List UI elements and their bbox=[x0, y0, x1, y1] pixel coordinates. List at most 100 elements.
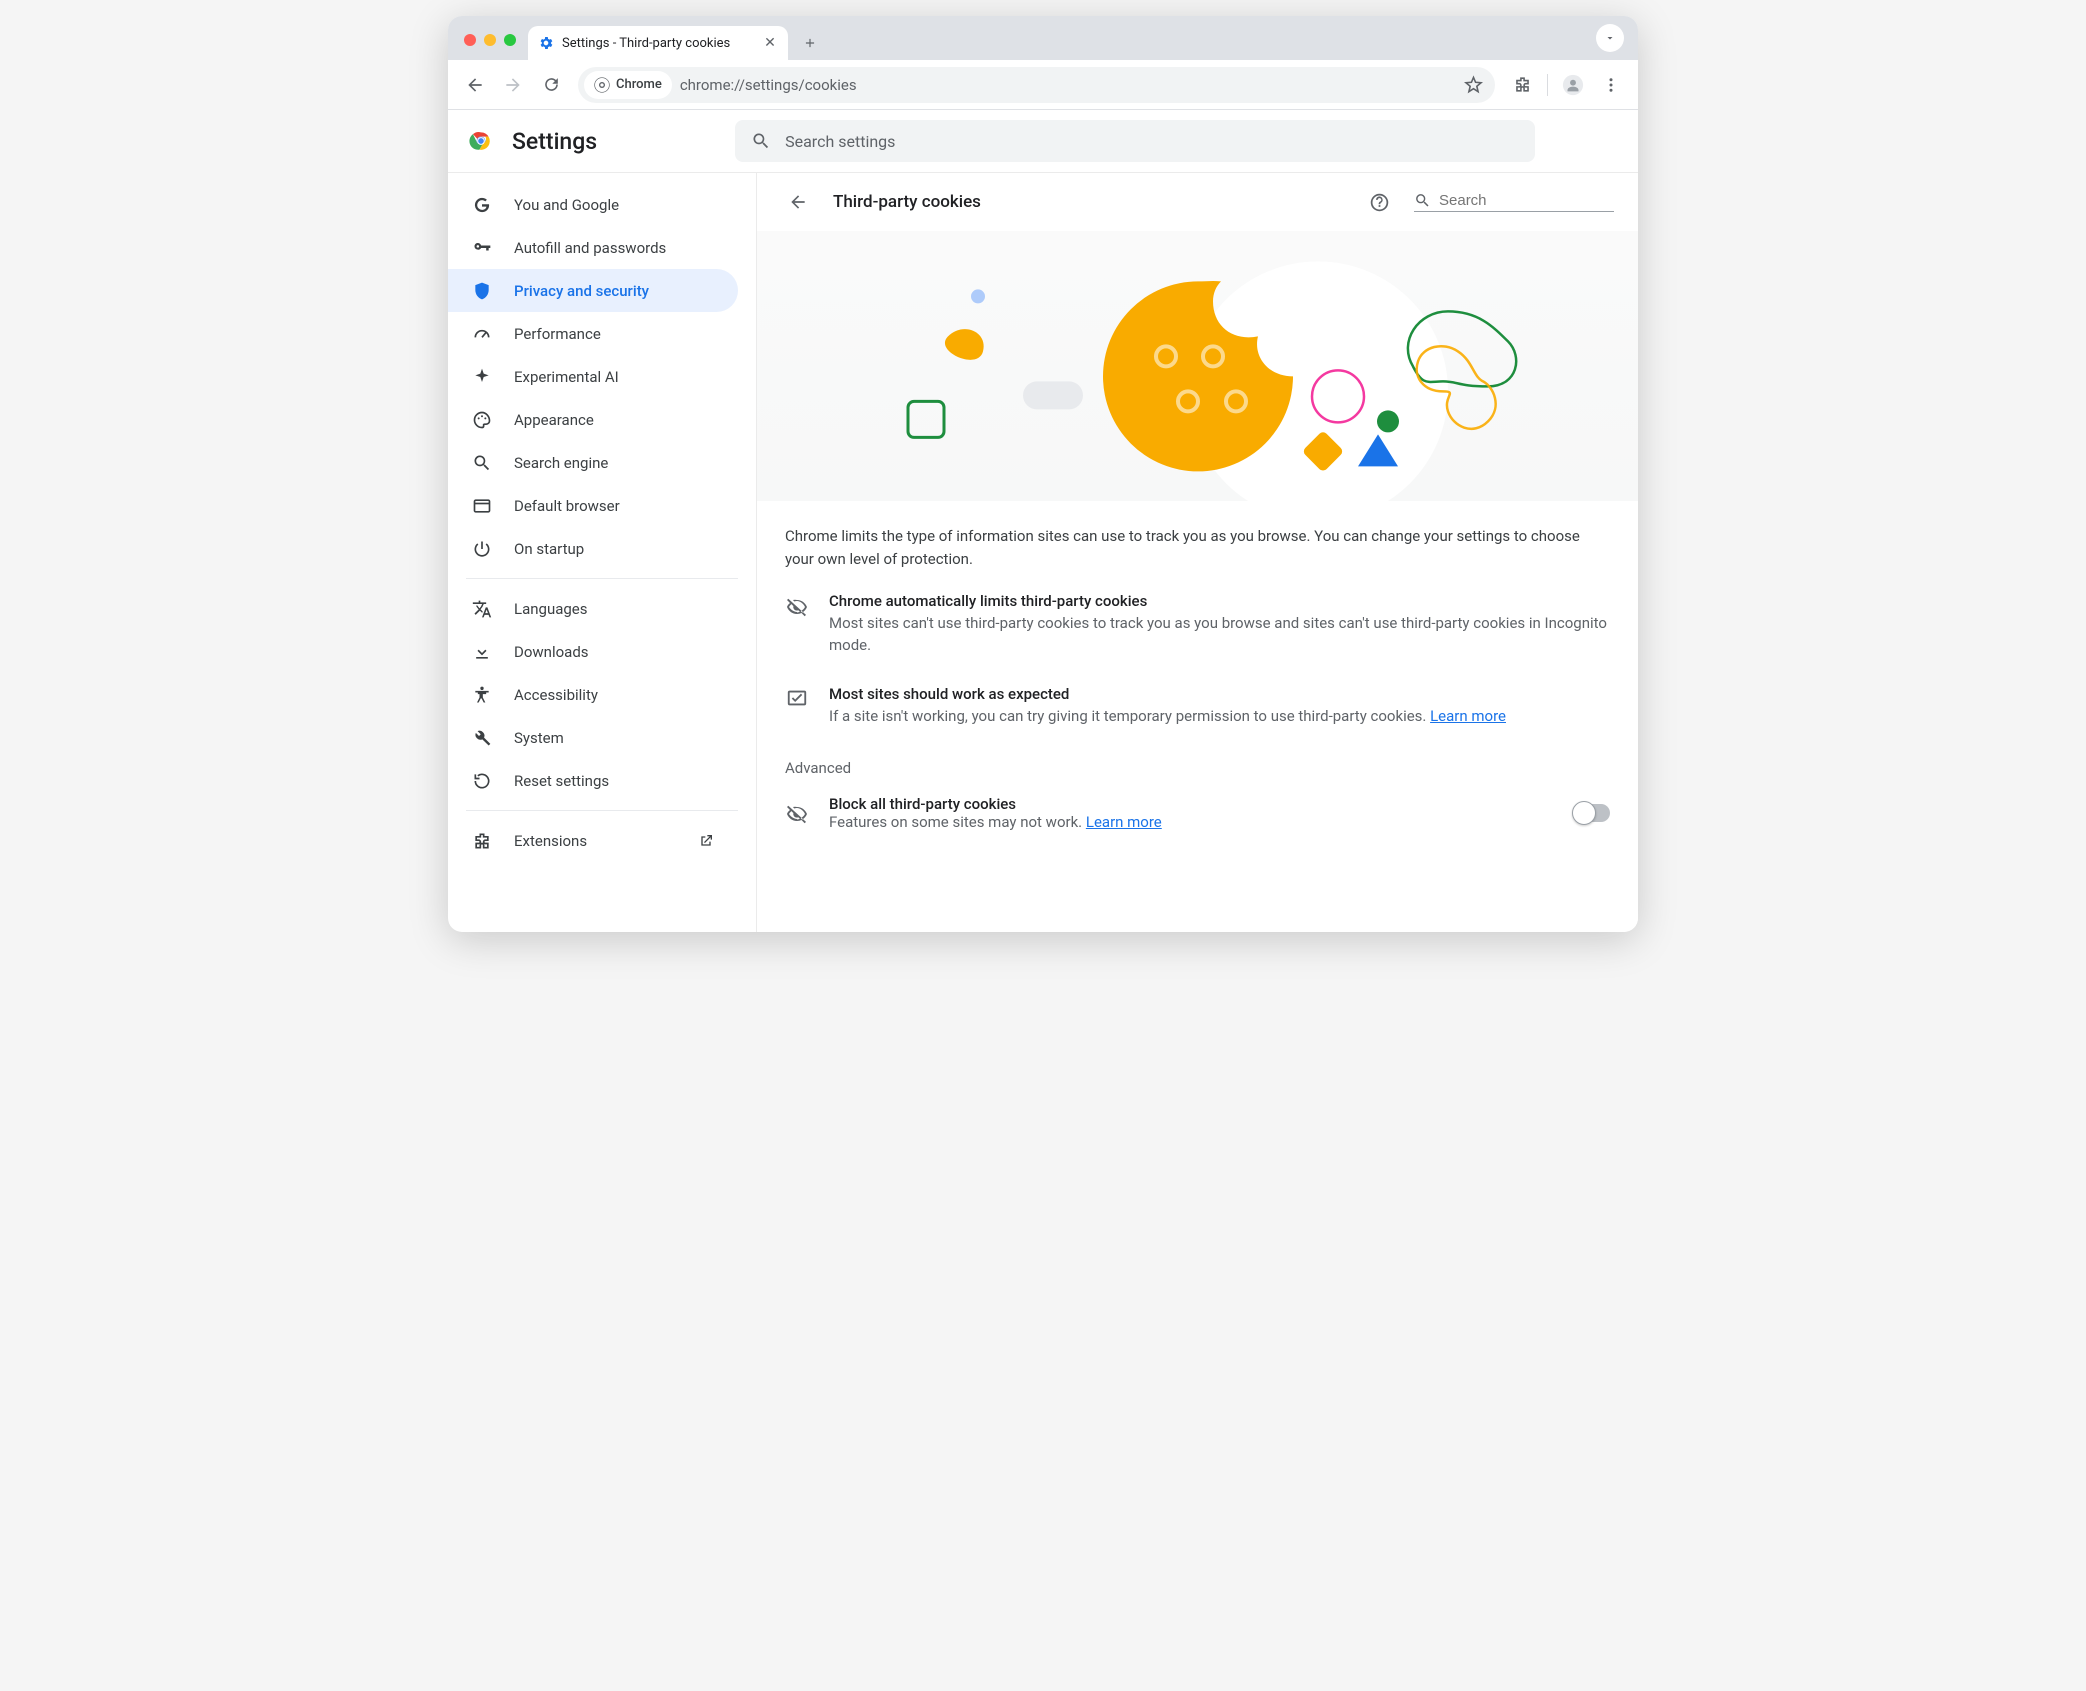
sidebar-item-languages[interactable]: Languages bbox=[448, 587, 738, 630]
sidebar-item-label: Reset settings bbox=[514, 772, 609, 790]
page-search[interactable] bbox=[1414, 192, 1614, 212]
shield-icon bbox=[472, 281, 492, 301]
settings-header: Settings Search settings bbox=[448, 110, 1638, 172]
settings-body: You and Google Autofill and passwords Pr… bbox=[448, 172, 1638, 932]
sparkle-icon bbox=[472, 367, 492, 387]
info-auto-limit: Chrome automatically limits third-party … bbox=[757, 578, 1638, 671]
cookies-illustration bbox=[757, 231, 1638, 501]
profile-button[interactable] bbox=[1556, 68, 1590, 102]
menu-button[interactable] bbox=[1594, 68, 1628, 102]
url-text: chrome://settings/cookies bbox=[680, 76, 1451, 94]
wrench-icon bbox=[472, 728, 492, 748]
browser-tab[interactable]: Settings - Third-party cookies ✕ bbox=[528, 26, 788, 60]
google-g-icon bbox=[472, 195, 492, 215]
settings-sidebar: You and Google Autofill and passwords Pr… bbox=[448, 173, 756, 932]
sidebar-item-performance[interactable]: Performance bbox=[448, 312, 738, 355]
close-tab-button[interactable]: ✕ bbox=[762, 35, 778, 51]
checkbox-icon bbox=[785, 685, 809, 728]
info-body: Most sites can't use third-party cookies… bbox=[829, 612, 1610, 657]
search-settings-placeholder: Search settings bbox=[785, 132, 895, 151]
search-settings-input[interactable]: Search settings bbox=[735, 120, 1535, 162]
tabs-dropdown-button[interactable] bbox=[1596, 24, 1624, 52]
palette-icon bbox=[472, 410, 492, 430]
site-chip-label: Chrome bbox=[616, 77, 662, 92]
sidebar-item-system[interactable]: System bbox=[448, 716, 738, 759]
maximize-window-button[interactable] bbox=[504, 34, 516, 46]
toolbar-divider bbox=[1547, 74, 1548, 96]
info-title: Most sites should work as expected bbox=[829, 685, 1506, 703]
sidebar-item-downloads[interactable]: Downloads bbox=[448, 630, 738, 673]
toggle-title: Block all third-party cookies bbox=[829, 795, 1554, 813]
sidebar-item-label: Experimental AI bbox=[514, 368, 619, 386]
bookmark-button[interactable] bbox=[1459, 71, 1487, 99]
translate-icon bbox=[472, 599, 492, 619]
sidebar-divider bbox=[466, 810, 738, 811]
extensions-button[interactable] bbox=[1505, 68, 1539, 102]
forward-button[interactable] bbox=[496, 68, 530, 102]
gear-icon bbox=[538, 35, 554, 51]
browser-toolbar: Chrome chrome://settings/cookies bbox=[448, 60, 1638, 110]
learn-more-link[interactable]: Learn more bbox=[1430, 707, 1506, 725]
sidebar-item-extensions[interactable]: Extensions bbox=[448, 819, 738, 862]
settings-title: Settings bbox=[512, 128, 597, 155]
sidebar-item-label: Privacy and security bbox=[514, 282, 649, 300]
help-button[interactable] bbox=[1362, 185, 1396, 219]
page-title: Third-party cookies bbox=[833, 192, 1344, 212]
page-search-input[interactable] bbox=[1439, 192, 1614, 209]
accessibility-icon bbox=[472, 685, 492, 705]
sidebar-item-label: Accessibility bbox=[514, 686, 598, 704]
info-title: Chrome automatically limits third-party … bbox=[829, 592, 1610, 610]
sidebar-item-accessibility[interactable]: Accessibility bbox=[448, 673, 738, 716]
browser-icon bbox=[472, 496, 492, 516]
info-body: If a site isn't working, you can try giv… bbox=[829, 705, 1506, 728]
sidebar-item-default-browser[interactable]: Default browser bbox=[448, 484, 738, 527]
visibility-off-icon bbox=[785, 801, 809, 825]
sidebar-item-label: Performance bbox=[514, 325, 601, 343]
sidebar-item-label: You and Google bbox=[514, 196, 619, 214]
close-window-button[interactable] bbox=[464, 34, 476, 46]
page-description: Chrome limits the type of information si… bbox=[757, 501, 1638, 578]
site-chip[interactable]: Chrome bbox=[584, 71, 672, 99]
reload-button[interactable] bbox=[534, 68, 568, 102]
advanced-label: Advanced bbox=[757, 741, 1638, 781]
sidebar-item-label: Autofill and passwords bbox=[514, 239, 666, 257]
browser-window: Settings - Third-party cookies ✕ Chrome bbox=[448, 16, 1638, 932]
sidebar-item-label: Extensions bbox=[514, 832, 587, 850]
sidebar-item-search-engine[interactable]: Search engine bbox=[448, 441, 738, 484]
chrome-icon bbox=[594, 77, 610, 93]
sidebar-item-label: Downloads bbox=[514, 643, 589, 661]
sidebar-item-reset[interactable]: Reset settings bbox=[448, 759, 738, 802]
page-back-button[interactable] bbox=[781, 185, 815, 219]
speedometer-icon bbox=[472, 324, 492, 344]
search-icon bbox=[751, 131, 771, 151]
visibility-off-icon bbox=[785, 592, 809, 657]
info-sites-work: Most sites should work as expected If a … bbox=[757, 671, 1638, 742]
sidebar-divider bbox=[466, 578, 738, 579]
minimize-window-button[interactable] bbox=[484, 34, 496, 46]
download-icon bbox=[472, 642, 492, 662]
sidebar-item-label: Default browser bbox=[514, 497, 620, 515]
sidebar-item-label: Search engine bbox=[514, 454, 608, 472]
new-tab-button[interactable] bbox=[796, 29, 824, 57]
back-button[interactable] bbox=[458, 68, 492, 102]
sidebar-item-on-startup[interactable]: On startup bbox=[448, 527, 738, 570]
sidebar-item-label: System bbox=[514, 729, 564, 747]
sidebar-item-autofill[interactable]: Autofill and passwords bbox=[448, 226, 738, 269]
key-icon bbox=[472, 238, 492, 258]
block-all-cookies-row: Block all third-party cookies Features o… bbox=[757, 781, 1638, 845]
toggle-body: Features on some sites may not work. Lea… bbox=[829, 813, 1554, 831]
external-link-icon bbox=[698, 833, 714, 849]
search-icon bbox=[1414, 192, 1431, 209]
sidebar-item-privacy[interactable]: Privacy and security bbox=[448, 269, 738, 312]
block-cookies-toggle[interactable] bbox=[1574, 804, 1610, 822]
sidebar-item-experimental-ai[interactable]: Experimental AI bbox=[448, 355, 738, 398]
address-bar[interactable]: Chrome chrome://settings/cookies bbox=[578, 67, 1495, 103]
reset-icon bbox=[472, 771, 492, 791]
sidebar-item-you-and-google[interactable]: You and Google bbox=[448, 183, 738, 226]
tab-title: Settings - Third-party cookies bbox=[562, 36, 754, 51]
tab-strip: Settings - Third-party cookies ✕ bbox=[448, 16, 1638, 60]
learn-more-link[interactable]: Learn more bbox=[1086, 813, 1162, 831]
chrome-logo-icon bbox=[468, 128, 494, 154]
sidebar-item-appearance[interactable]: Appearance bbox=[448, 398, 738, 441]
sidebar-item-label: On startup bbox=[514, 540, 584, 558]
